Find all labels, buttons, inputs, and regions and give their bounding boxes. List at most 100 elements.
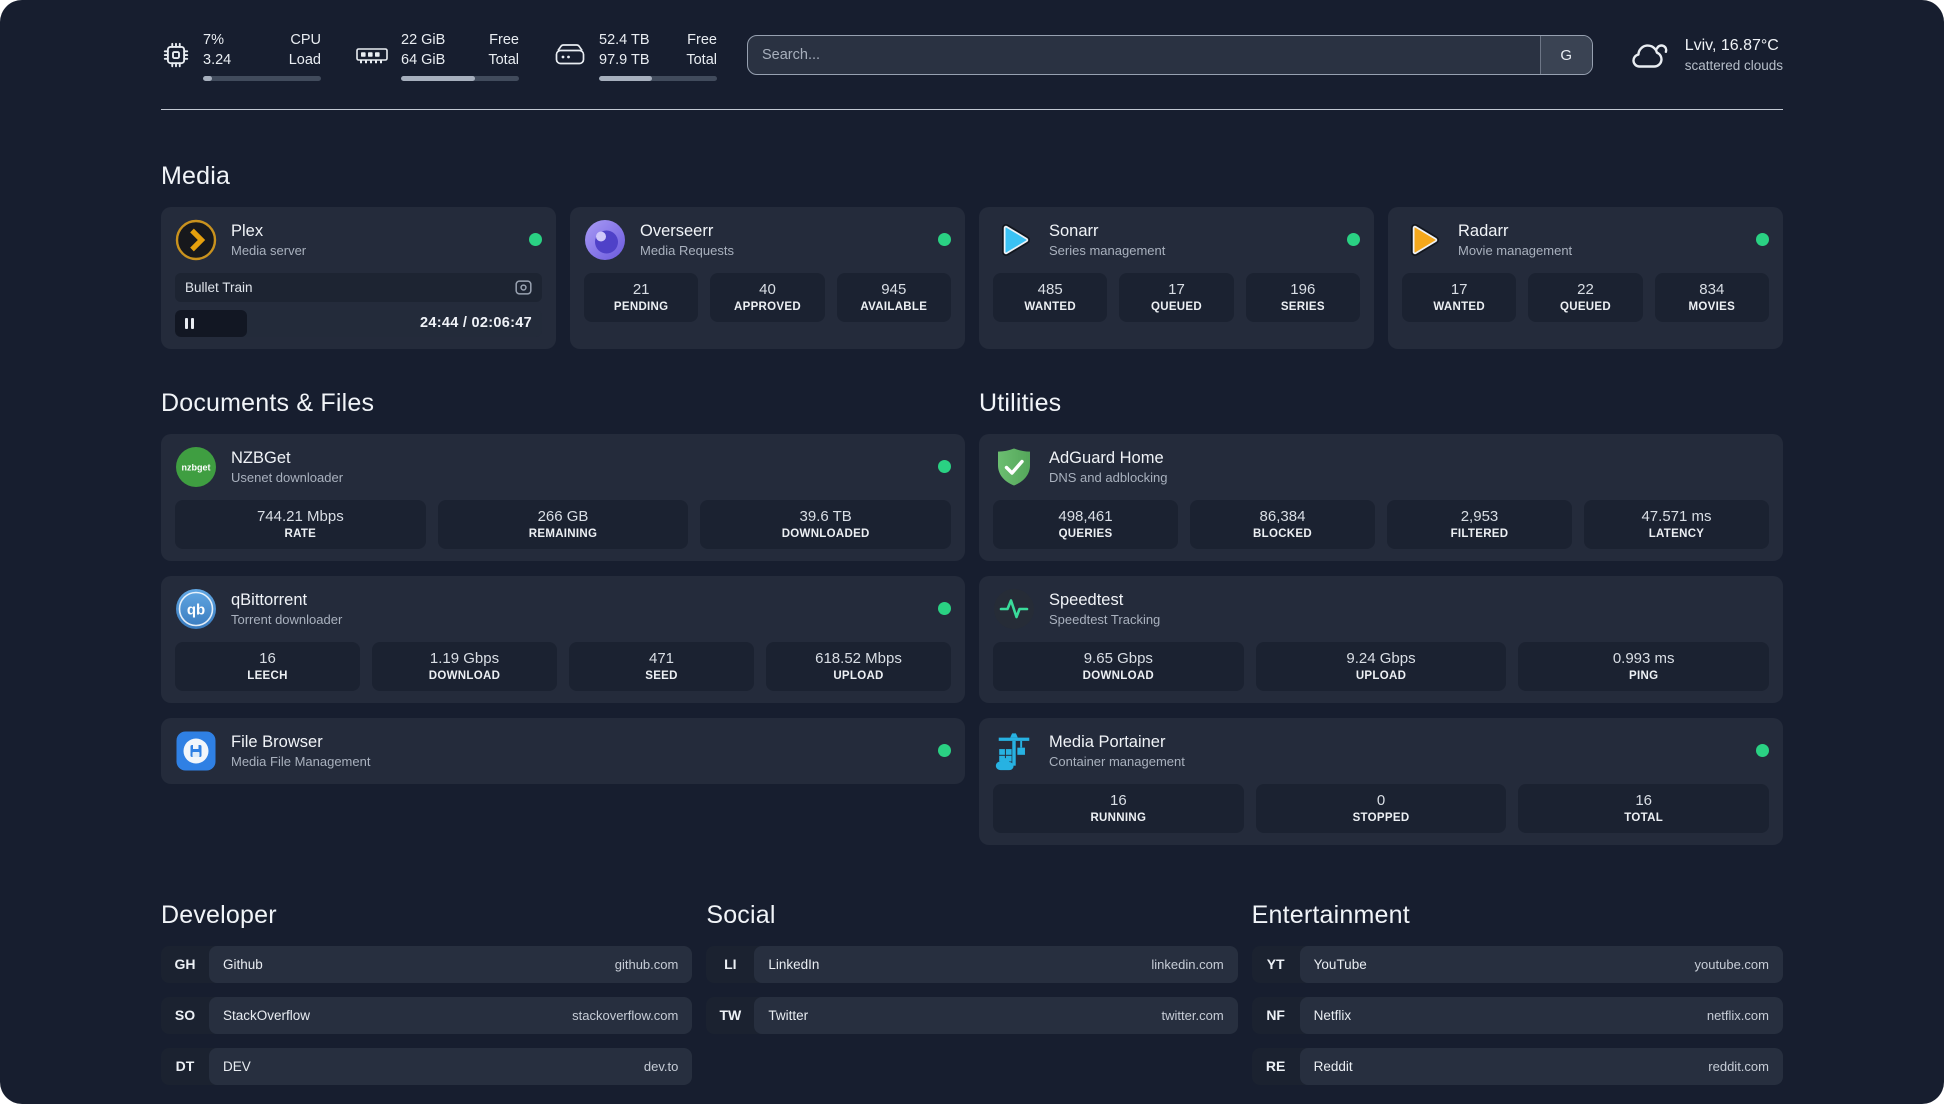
bookmark-group-entertainment: Entertainment YT YouTube youtube.com NF Netfl… <box>1251 901 1783 1085</box>
card-adguard-home[interactable]: AdGuard Home DNS and adblocking 498,461 QUE… <box>979 433 1783 561</box>
stat-box: 498,461 QUERIES <box>993 499 1178 549</box>
bookmark-abbr: DT <box>175 1058 195 1075</box>
card-sonarr[interactable]: Sonarr Series management 485 WANTED 17 QUEUED… <box>979 206 1374 349</box>
bookmark-item-youtube[interactable]: YT YouTube youtube.com <box>1251 945 1783 983</box>
bookmark-domain: linkedin.com <box>1151 956 1224 972</box>
bookmark-item-linkedin[interactable]: LI LinkedIn linkedin.com <box>706 945 1238 983</box>
service-name: Overseerr <box>640 221 714 240</box>
widget-label: Total <box>686 52 717 69</box>
stat-box: 9.65 Gbps DOWNLOAD <box>993 641 1244 691</box>
bookmark-item-twitter[interactable]: TW Twitter twitter.com <box>706 996 1238 1034</box>
stat-value: 17 <box>1450 280 1468 298</box>
weather-location: Lviv, 16.87°C <box>1684 37 1779 55</box>
widget-value: 7% <box>203 32 224 48</box>
stat-value: 39.6 TB <box>799 507 852 525</box>
now-playing-title: Bullet Train <box>185 279 253 295</box>
stat-value: 2,953 <box>1460 507 1499 525</box>
stat-value: 86,384 <box>1259 507 1306 525</box>
main-area: Media Plex Media server Bullet Train 24:44 … <box>161 162 1783 1085</box>
bookmark-group-developer: Developer GH Github github.com SO StackOverfl… <box>161 901 693 1085</box>
stat-label: SEED <box>645 669 678 682</box>
service-name: File Browser <box>231 732 323 751</box>
video-session-icon <box>515 279 532 295</box>
stat-value: 1.19 Gbps <box>429 649 500 667</box>
bookmark-domain: netflix.com <box>1706 1007 1769 1023</box>
card-overseerr[interactable]: Overseerr Media Requests 21 PENDING 40 APPROV… <box>570 206 965 349</box>
widget-label: Free <box>489 32 519 48</box>
overseerr-icon <box>584 219 626 261</box>
service-subtitle: Speedtest Tracking <box>1049 612 1161 628</box>
stat-box: 39.6 TB DOWNLOADED <box>700 499 952 549</box>
stat-label: RUNNING <box>1090 811 1147 824</box>
card-speedtest[interactable]: Speedtest Speedtest Tracking 9.65 Gbps DOWN… <box>979 575 1783 703</box>
bookmark-abbr: TW <box>719 1007 742 1024</box>
card-radarr[interactable]: Radarr Movie management 17 WANTED 22 QUEUED 83… <box>1388 206 1783 349</box>
bookmark-domain: dev.to <box>643 1058 679 1074</box>
svg-text:qb: qb <box>187 601 205 618</box>
search-input[interactable] <box>748 36 1540 75</box>
stat-value: 744.21 Mbps <box>256 507 344 525</box>
stat-label: DOWNLOAD <box>428 669 501 682</box>
widget-progress-bar <box>203 75 321 81</box>
documents-card-stack: nzbget NZBGet Usenet downloader 744.21 Mbps… <box>161 433 965 784</box>
bookmark-name: DEV <box>223 1058 251 1074</box>
bookmark-group-social: Social LI LinkedIn linkedin.com TW Twitter twi… <box>706 901 1238 1034</box>
stat-box: 0.993 ms PING <box>1518 641 1770 691</box>
stat-value: 47.571 ms <box>1641 507 1712 525</box>
portainer-icon <box>993 730 1035 772</box>
bookmark-item-stackoverflow[interactable]: SO StackOverflow stackoverflow.com <box>161 996 693 1034</box>
stat-value: 485 <box>1037 280 1063 298</box>
stat-box: 744.21 Mbps RATE <box>175 499 426 549</box>
stat-value: 0.993 ms <box>1612 649 1675 667</box>
stat-label: MOVIES <box>1688 300 1736 313</box>
stat-box: 16 LEECH <box>175 641 360 691</box>
card-media-portainer[interactable]: Media Portainer Container management 16 RUN… <box>979 717 1783 845</box>
widget-progress-bar <box>401 75 519 81</box>
stat-label: AVAILABLE <box>860 300 928 313</box>
bookmark-item-reddit[interactable]: RE Reddit reddit.com <box>1251 1047 1783 1085</box>
qbittorrent-icon: qb <box>175 588 217 630</box>
card-nzbget[interactable]: nzbget NZBGet Usenet downloader 744.21 Mbps… <box>161 433 965 561</box>
card-qbittorrent[interactable]: qb qBittorrent Torrent downloader 16 LEECH 1.… <box>161 575 965 703</box>
media-card-grid: Plex Media server Bullet Train 24:44 / 02:0… <box>161 206 1783 349</box>
status-dot-online <box>938 602 951 616</box>
stat-label: SERIES <box>1280 300 1325 313</box>
stat-label: STOPPED <box>1352 811 1410 824</box>
resource-widget-cpu: 7% 3.24 CPU Load <box>161 30 321 81</box>
service-name: AdGuard Home <box>1049 448 1164 467</box>
card-plex[interactable]: Plex Media server Bullet Train 24:44 / 02:0… <box>161 206 556 349</box>
topbar: 7% 3.24 CPU Load 22 GiB 64 GiB Free Total 52.4 T… <box>161 30 1783 81</box>
stat-box: 1.19 Gbps DOWNLOAD <box>372 641 557 691</box>
widget-value: 22 GiB <box>401 32 446 48</box>
cloud-icon <box>1627 38 1671 72</box>
bookmark-item-netflix[interactable]: NF Netflix netflix.com <box>1251 996 1783 1034</box>
bookmark-name: LinkedIn <box>768 956 820 972</box>
middle-columns: Documents & Files nzbget NZBGet Usenet dow… <box>161 389 1783 845</box>
stat-box: 471 SEED <box>569 641 754 691</box>
service-name: Plex <box>231 221 264 240</box>
widget-label: Load <box>288 52 321 69</box>
bookmark-item-github[interactable]: GH Github github.com <box>161 945 693 983</box>
service-subtitle: Series management <box>1049 243 1166 259</box>
cpu-icon <box>161 40 191 70</box>
stat-box: 196 SERIES <box>1245 272 1360 322</box>
bookmark-item-dev[interactable]: DT DEV dev.to <box>161 1047 693 1085</box>
stat-label: LEECH <box>247 669 288 682</box>
search-engine-button[interactable]: G <box>1539 36 1592 75</box>
stat-value: 16 <box>1635 791 1653 809</box>
bookmark-abbr: LI <box>724 956 737 973</box>
stat-box: 485 WANTED <box>993 272 1108 322</box>
stat-label: LATENCY <box>1648 527 1705 540</box>
widget-label: Free <box>687 32 717 48</box>
search-bar: G <box>747 35 1593 76</box>
section-title-utilities: Utilities <box>979 388 1062 417</box>
adguard-icon <box>993 446 1035 488</box>
stat-label: QUERIES <box>1058 527 1113 540</box>
card-file-browser[interactable]: File Browser Media File Management <box>161 717 965 784</box>
nzbget-icon: nzbget <box>175 446 217 488</box>
bookmark-domain: reddit.com <box>1708 1058 1769 1074</box>
widget-value: 52.4 TB <box>599 32 650 48</box>
radarr-icon <box>1402 219 1444 261</box>
status-dot-online <box>529 233 542 247</box>
stat-box: 618.52 Mbps UPLOAD <box>766 641 951 691</box>
